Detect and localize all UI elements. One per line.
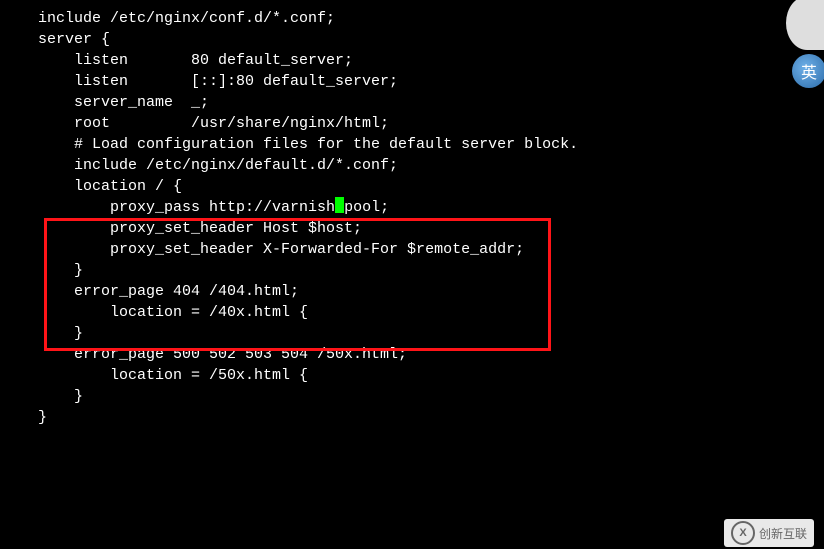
code-line: } (0, 386, 824, 407)
code-line: } (0, 323, 824, 344)
code-text-before-cursor: proxy_pass http://varnish (38, 199, 335, 216)
code-line: # Load configuration files for the defau… (0, 134, 824, 155)
watermark-badge: X 创新互联 (724, 519, 814, 547)
code-line: server { (0, 29, 824, 50)
code-line: error_page 500 502 503 504 /50x.html; (0, 344, 824, 365)
terminal-editor[interactable]: include /etc/nginx/conf.d/*.conf; server… (0, 0, 824, 549)
code-line: } (0, 260, 824, 281)
code-line-cursor: proxy_pass http://varnish pool; (0, 197, 824, 218)
code-line: proxy_set_header Host $host; (0, 218, 824, 239)
watermark-logo-icon: X (731, 521, 755, 545)
code-line: listen [::]:80 default_server; (0, 71, 824, 92)
code-line: include /etc/nginx/default.d/*.conf; (0, 155, 824, 176)
code-line: include /etc/nginx/conf.d/*.conf; (0, 8, 824, 29)
code-text-after-cursor: pool; (344, 199, 389, 216)
code-line: location = /50x.html { (0, 365, 824, 386)
code-line: listen 80 default_server; (0, 50, 824, 71)
watermark-text: 创新互联 (759, 525, 807, 542)
code-line: location / { (0, 176, 824, 197)
code-line: location = /40x.html { (0, 302, 824, 323)
code-line: error_page 404 /404.html; (0, 281, 824, 302)
text-cursor (335, 197, 344, 213)
code-line: proxy_set_header X-Forwarded-For $remote… (0, 239, 824, 260)
code-line: } (0, 407, 824, 428)
code-line: server_name _; (0, 92, 824, 113)
code-line: root /usr/share/nginx/html; (0, 113, 824, 134)
